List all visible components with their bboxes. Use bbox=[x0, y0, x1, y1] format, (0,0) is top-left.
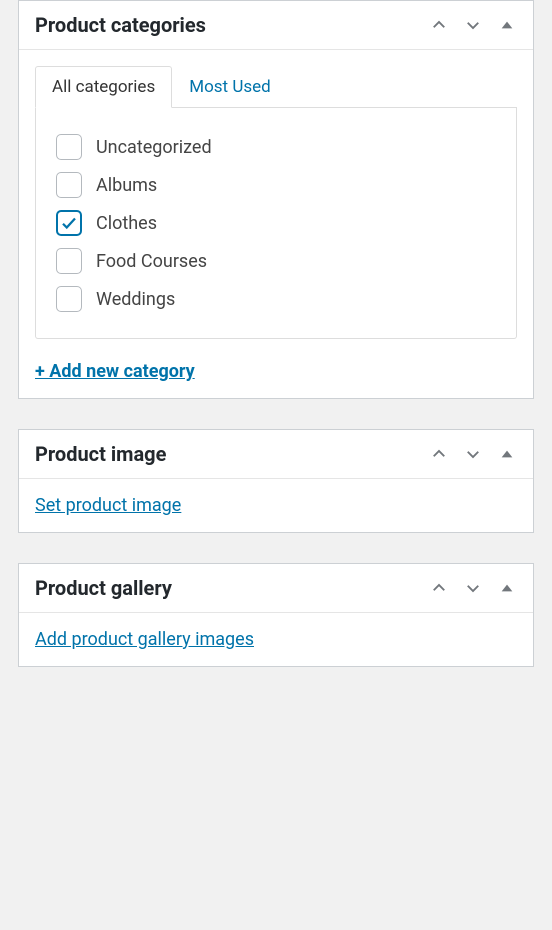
metabox-title: Product gallery bbox=[35, 576, 172, 600]
category-item: Food Courses bbox=[52, 242, 500, 280]
metabox-controls bbox=[429, 578, 517, 598]
metabox-header: Product categories bbox=[19, 1, 533, 50]
metabox-body: Add product gallery images bbox=[19, 613, 533, 666]
move-down-icon[interactable] bbox=[463, 15, 483, 35]
tab-all-categories[interactable]: All categories bbox=[35, 66, 172, 108]
metabox-title: Product image bbox=[35, 442, 166, 466]
metabox-body: Set product image bbox=[19, 479, 533, 532]
collapse-toggle-icon[interactable] bbox=[497, 578, 517, 598]
category-tabs: All categories Most Used bbox=[35, 66, 517, 108]
category-item: Albums bbox=[52, 166, 500, 204]
category-checkbox-food-courses[interactable] bbox=[56, 248, 82, 274]
category-label: Clothes bbox=[96, 213, 157, 234]
move-up-icon[interactable] bbox=[429, 578, 449, 598]
metabox-header: Product gallery bbox=[19, 564, 533, 613]
category-checkbox-uncategorized[interactable] bbox=[56, 134, 82, 160]
category-label: Food Courses bbox=[96, 251, 207, 272]
category-label: Weddings bbox=[96, 289, 175, 310]
collapse-toggle-icon[interactable] bbox=[497, 444, 517, 464]
category-item: Uncategorized bbox=[52, 128, 500, 166]
add-new-category-link[interactable]: + Add new category bbox=[35, 361, 195, 382]
category-item: Weddings bbox=[52, 280, 500, 318]
collapse-toggle-icon[interactable] bbox=[497, 15, 517, 35]
product-image-metabox: Product image Set product image bbox=[18, 429, 534, 533]
metabox-controls bbox=[429, 444, 517, 464]
product-gallery-metabox: Product gallery Add product gallery imag… bbox=[18, 563, 534, 667]
category-checkbox-albums[interactable] bbox=[56, 172, 82, 198]
move-down-icon[interactable] bbox=[463, 578, 483, 598]
product-categories-metabox: Product categories All categories Most U… bbox=[18, 0, 534, 399]
move-up-icon[interactable] bbox=[429, 444, 449, 464]
metabox-controls bbox=[429, 15, 517, 35]
metabox-header: Product image bbox=[19, 430, 533, 479]
move-up-icon[interactable] bbox=[429, 15, 449, 35]
metabox-title: Product categories bbox=[35, 13, 206, 37]
move-down-icon[interactable] bbox=[463, 444, 483, 464]
add-gallery-images-link[interactable]: Add product gallery images bbox=[35, 629, 254, 650]
tab-most-used[interactable]: Most Used bbox=[172, 66, 288, 108]
category-list-panel: Uncategorized Albums Clothes Food Course… bbox=[35, 108, 517, 339]
category-label: Albums bbox=[96, 175, 157, 196]
category-item: Clothes bbox=[52, 204, 500, 242]
metabox-body: All categories Most Used Uncategorized A… bbox=[19, 50, 533, 398]
set-product-image-link[interactable]: Set product image bbox=[35, 495, 181, 516]
category-checkbox-clothes[interactable] bbox=[56, 210, 82, 236]
category-label: Uncategorized bbox=[96, 137, 212, 158]
category-checkbox-weddings[interactable] bbox=[56, 286, 82, 312]
